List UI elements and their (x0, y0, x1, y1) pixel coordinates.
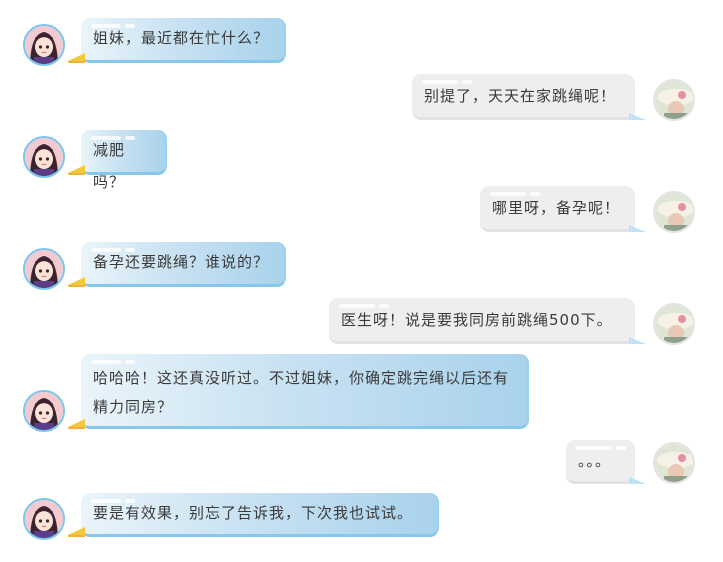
bubble-tail (68, 53, 85, 63)
girl-avatar[interactable] (23, 248, 65, 290)
chat-bubble[interactable]: 备孕还要跳绳？谁说的？ (81, 242, 286, 287)
message-text: 哪里呀，备孕呢！ (492, 199, 621, 217)
hat-avatar[interactable] (653, 303, 695, 345)
bubble-tail (629, 477, 646, 484)
bubble-tail (629, 113, 646, 120)
hat-avatar[interactable] (653, 79, 695, 121)
chat-bubble[interactable]: 哪里呀，备孕呢！ (480, 186, 635, 232)
message-text: 减肥吗？ (93, 141, 126, 191)
girl-avatar[interactable] (23, 136, 65, 178)
girl-avatar[interactable] (23, 24, 65, 66)
girl-avatar[interactable] (23, 498, 65, 540)
bubble-tail (629, 225, 646, 232)
bubble-tail (68, 419, 85, 429)
hat-avatar[interactable] (653, 442, 695, 484)
bubble-tail (629, 337, 646, 344)
hat-avatar[interactable] (653, 191, 695, 233)
chat-bubble[interactable]: 。。。 (566, 440, 635, 484)
message-text: 要是有效果，别忘了告诉我，下次我也试试。 (93, 504, 414, 522)
bubble-tail (68, 527, 85, 537)
chat-bubble[interactable]: 姐妹，最近都在忙什么？ (81, 18, 286, 63)
chat-bubble[interactable]: 要是有效果，别忘了告诉我，下次我也试试。 (81, 493, 439, 537)
message-text: 别提了，天天在家跳绳呢！ (424, 87, 617, 105)
message-text: 医生呀！说是要我同房前跳绳500下。 (341, 311, 613, 329)
message-text: 哈哈哈！这还真没听过。不过姐妹，你确定跳完绳以后还有精力同房？ (93, 369, 510, 416)
chat-bubble[interactable]: 医生呀！说是要我同房前跳绳500下。 (329, 298, 635, 344)
chat-bubble[interactable]: 哈哈哈！这还真没听过。不过姐妹，你确定跳完绳以后还有精力同房？ (81, 354, 529, 429)
girl-avatar[interactable] (23, 390, 65, 432)
chat-bubble[interactable]: 减肥吗？ (81, 130, 167, 191)
chat-bubble[interactable]: 别提了，天天在家跳绳呢！ (412, 74, 635, 120)
bubble-tail (68, 165, 85, 175)
bubble-tail (68, 277, 85, 287)
